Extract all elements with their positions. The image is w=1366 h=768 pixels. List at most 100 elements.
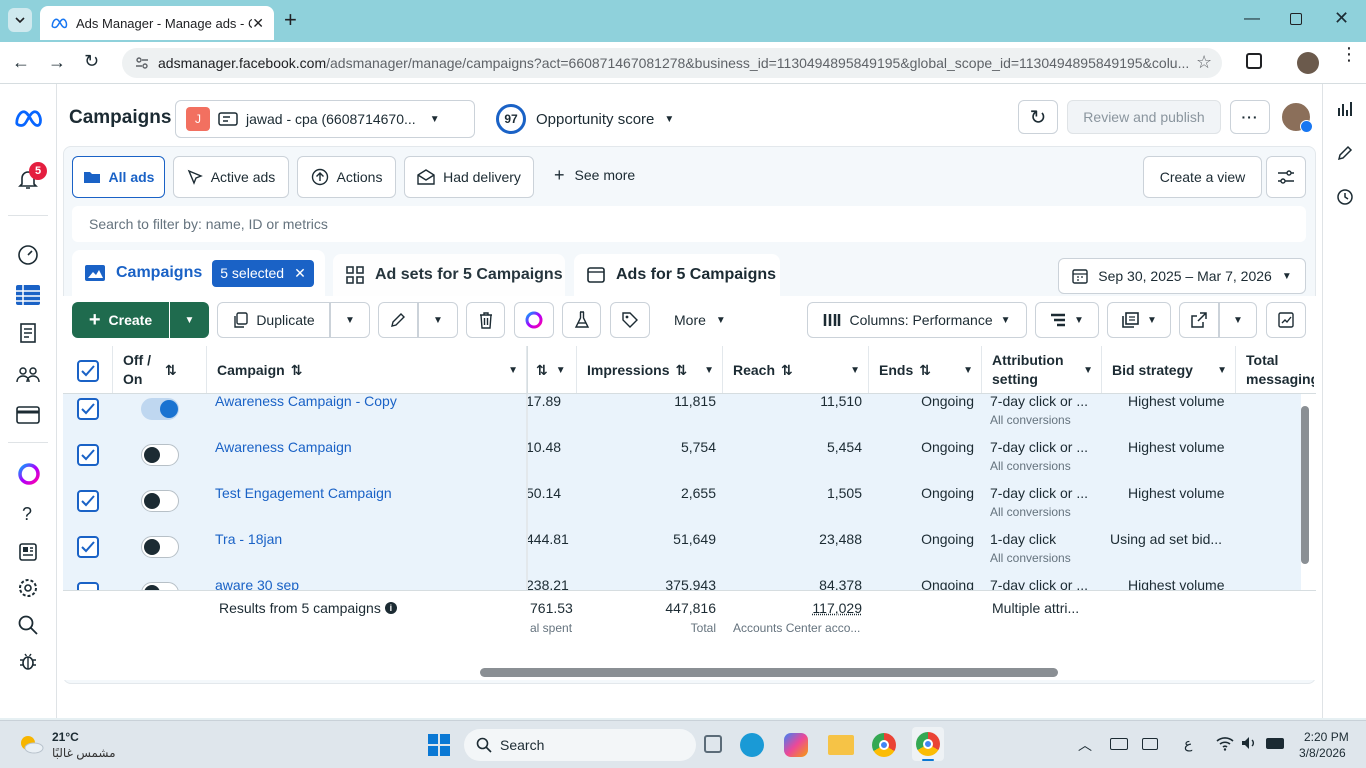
reports-icon[interactable] (17, 322, 39, 344)
windows-start-icon[interactable] (428, 734, 450, 756)
reports-button[interactable]: ▼ (1107, 302, 1171, 338)
copilot-icon[interactable] (784, 733, 808, 757)
tab-campaigns[interactable]: Campaigns 5 selected ✕ (72, 250, 325, 296)
edit-button[interactable] (378, 302, 418, 338)
vertical-scrollbar[interactable] (1301, 406, 1309, 564)
campaigns-table-icon[interactable] (15, 282, 41, 308)
billing-card-icon[interactable] (16, 406, 40, 424)
charts-button[interactable] (1266, 302, 1306, 338)
meta-ai-ring-icon[interactable] (17, 462, 41, 486)
minimize-icon[interactable]: — (1244, 10, 1260, 28)
horizontal-scrollbar[interactable] (480, 668, 1058, 677)
campaign-toggle[interactable] (141, 490, 179, 512)
row-checkbox[interactable] (77, 398, 99, 420)
had-delivery-filter[interactable]: Had delivery (404, 156, 534, 198)
row-checkbox[interactable] (77, 536, 99, 558)
gauge-icon[interactable] (17, 244, 39, 266)
duplicate-button[interactable]: Duplicate (217, 302, 330, 338)
edge-browser-icon[interactable] (740, 733, 764, 757)
create-button[interactable]: + Create (72, 302, 169, 338)
weather-sun-icon[interactable] (18, 733, 44, 755)
column-impressions[interactable]: Impressions ⇅ ▼ (577, 346, 723, 394)
delete-button[interactable] (466, 302, 505, 338)
search-filter-input[interactable]: Search to filter by: name, ID or metrics (72, 206, 1306, 242)
bug-report-icon[interactable] (17, 650, 39, 672)
campaign-name-link[interactable]: Awareness Campaign - Copy (215, 393, 397, 409)
row-checkbox[interactable] (77, 444, 99, 466)
column-attribution[interactable]: Attribution setting ▼ (982, 346, 1102, 394)
account-selector[interactable]: J jawad - cpa (6608714670... ▼ (175, 100, 475, 138)
tag-button[interactable] (610, 302, 650, 338)
url-field[interactable]: adsmanager.facebook.com/adsmanager/manag… (122, 48, 1222, 78)
browser-tab-ads-manager[interactable]: Ads Manager - Manage ads - C ✕ (40, 6, 274, 40)
extensions-icon[interactable] (1246, 53, 1262, 69)
file-explorer-icon[interactable] (828, 735, 854, 755)
row-checkbox-clip[interactable] (77, 582, 99, 590)
keyboard-icon[interactable] (1110, 738, 1128, 750)
forward-icon[interactable]: → (48, 52, 66, 73)
battery-icon[interactable] (1266, 738, 1284, 749)
review-publish-button[interactable]: Review and publish (1067, 100, 1221, 134)
news-feed-icon[interactable] (18, 542, 38, 562)
campaign-name-link[interactable]: Awareness Campaign (215, 439, 352, 455)
clock-date[interactable]: 3/8/2026 (1299, 746, 1346, 760)
sort-icon[interactable]: ⇅ (165, 362, 177, 379)
active-ads-filter[interactable]: Active ads (173, 156, 289, 198)
volume-icon[interactable] (1240, 735, 1258, 751)
more-toolbar-button[interactable]: More ▼ (674, 312, 726, 328)
help-icon[interactable]: ? (22, 504, 32, 525)
edit-dropdown-button[interactable]: ▼ (418, 302, 458, 338)
tab-list-button[interactable] (8, 8, 32, 32)
close-window-icon[interactable]: ✕ (1334, 8, 1349, 29)
export-button[interactable] (1179, 302, 1219, 338)
actions-filter[interactable]: Actions (297, 156, 396, 198)
column-amount-spent[interactable]: ⇅ ▼ (527, 346, 577, 394)
campaign-name-link[interactable]: Test Engagement Campaign (215, 485, 392, 501)
more-options-button[interactable]: ··· (1230, 100, 1270, 134)
campaign-toggle[interactable] (141, 444, 179, 466)
bookmark-star-icon[interactable]: ☆ (1196, 52, 1212, 73)
reload-icon[interactable]: ↻ (84, 51, 99, 72)
refresh-button[interactable]: ↻ (1018, 100, 1058, 134)
edit-pencil-icon[interactable] (1336, 144, 1354, 162)
campaign-toggle[interactable] (141, 536, 179, 558)
show-hidden-icons[interactable]: ︿ (1078, 735, 1092, 755)
campaign-name-link[interactable]: Tra - 18jan (215, 531, 282, 547)
info-icon[interactable]: i (384, 602, 397, 614)
clear-selection-icon[interactable]: ✕ (294, 265, 306, 282)
column-reach[interactable]: Reach ⇅ ▼ (723, 346, 869, 394)
create-view-button[interactable]: Create a view (1143, 156, 1262, 198)
browser-menu-icon[interactable]: ⋮ (1340, 45, 1358, 63)
settings-gear-icon[interactable] (17, 577, 39, 599)
breakdown-button[interactable]: ▼ (1035, 302, 1099, 338)
tab-ad-sets[interactable]: Ad sets for 5 Campaigns (333, 254, 565, 296)
task-view-icon[interactable] (704, 735, 722, 753)
row-checkbox[interactable] (77, 582, 99, 590)
back-icon[interactable]: ← (12, 52, 30, 73)
column-off-on[interactable]: Off / On (113, 346, 207, 394)
restore-icon[interactable] (1290, 13, 1302, 25)
selected-count-chip[interactable]: 5 selected ✕ (212, 259, 314, 287)
search-icon[interactable] (17, 614, 39, 636)
profile-avatar[interactable] (1297, 52, 1319, 74)
filter-settings-button[interactable] (1266, 156, 1306, 198)
date-range-picker[interactable]: Sep 30, 2025 – Mar 7, 2026 ▼ (1058, 258, 1306, 294)
create-dropdown-button[interactable]: ▼ (170, 302, 209, 338)
ab-test-button[interactable] (562, 302, 601, 338)
column-bid-strategy[interactable]: Bid strategy ▼ (1102, 346, 1236, 394)
chrome-icon[interactable] (872, 733, 896, 757)
select-all-checkbox[interactable] (77, 360, 99, 382)
clock-time[interactable]: 2:20 PM (1304, 730, 1349, 744)
site-info-icon[interactable] (134, 55, 150, 71)
display-icon[interactable] (1142, 738, 1158, 750)
taskbar-search[interactable]: Search (464, 729, 696, 761)
audiences-icon[interactable] (16, 365, 40, 385)
campaign-toggle-clip[interactable] (141, 582, 179, 590)
history-clock-icon[interactable] (1336, 188, 1354, 206)
meta-ai-button[interactable] (514, 302, 554, 338)
campaign-toggle[interactable] (141, 582, 179, 590)
new-tab-icon[interactable]: + (284, 9, 297, 31)
chart-bars-icon[interactable] (1336, 100, 1354, 118)
column-total-messaging[interactable]: Total messaging (1236, 346, 1314, 394)
chrome-profile-icon[interactable] (912, 727, 944, 761)
